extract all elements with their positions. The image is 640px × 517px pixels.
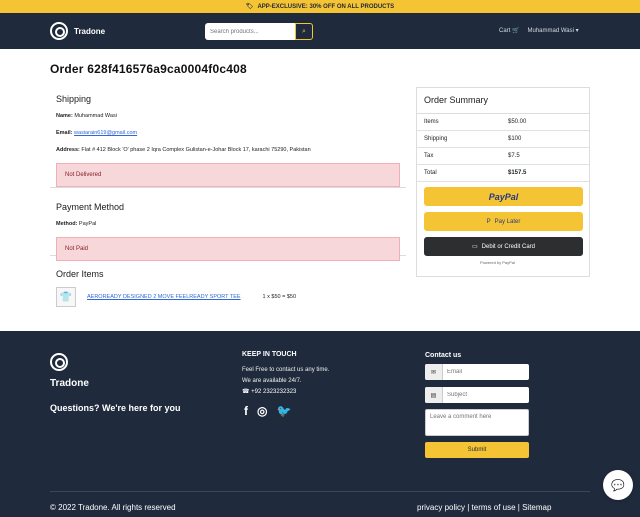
chat-button[interactable]: 💬: [603, 470, 633, 500]
facebook-icon[interactable]: f: [244, 404, 248, 418]
summary-row-total: Total $157.5: [417, 165, 589, 182]
user-name: Muhammad Wasi: [527, 28, 574, 34]
email-input-group: ✉: [425, 364, 529, 380]
promo-bar: 🏷 APP-EXCLUSIVE: 30% OFF ON ALL PRODUCTS: [0, 0, 640, 13]
footer-brand: Tradone: [50, 378, 89, 389]
search-input[interactable]: [205, 23, 295, 40]
keep-text-1: Feel Free to contact us any time.: [242, 367, 330, 373]
phone-icon: ☎: [242, 389, 250, 395]
search-form: ⌕: [205, 23, 313, 40]
email-input[interactable]: [443, 369, 529, 375]
phone-number: +92 2323232323: [251, 389, 297, 395]
credit-card-icon: ▭: [471, 244, 478, 250]
shipping-email: Email: wasiarain619@gmail.com: [56, 129, 400, 137]
shipping-value: $100: [508, 136, 522, 142]
promo-text: APP-EXCLUSIVE: 30% OFF ON ALL PRODUCTS: [257, 3, 395, 10]
summary-heading: Order Summary: [417, 88, 589, 114]
order-page: Order 628f416576a9ca0004f0c408 Shipping …: [50, 62, 590, 317]
navbar: Tradone ⌕ Cart 🛒 Muhammad Wasi ▾: [0, 13, 640, 49]
name-value: Muhammad Wasi: [74, 113, 117, 119]
footer-divider: [50, 491, 590, 492]
cart-link[interactable]: Cart 🛒: [499, 27, 520, 34]
card-button[interactable]: ▭ Debit or Credit Card: [424, 237, 583, 256]
comment-textarea[interactable]: [425, 409, 529, 436]
order-items-heading: Order Items: [56, 269, 104, 279]
footer-links[interactable]: privacy policy | terms of use | Sitemap: [417, 503, 551, 512]
keep-in-touch-title: KEEP IN TOUCH: [242, 351, 297, 358]
summary-row-shipping: Shipping $100: [417, 131, 589, 148]
total-value: $157.5: [508, 170, 527, 176]
footer-tagline: Questions? We're here for you: [50, 403, 181, 413]
order-summary-card: Order Summary Items $50.00 Shipping $100 T…: [416, 87, 590, 277]
payment-method: Method: PayPal: [56, 220, 400, 228]
search-icon: ⌕: [302, 27, 306, 35]
method-label: Method:: [56, 221, 78, 227]
page-title: Order 628f416576a9ca0004f0c408: [50, 62, 247, 76]
pay-later-button[interactable]: P Pay Later: [424, 212, 583, 231]
shipping-label: Shipping: [424, 136, 448, 142]
nav-right: Cart 🛒 Muhammad Wasi ▾: [499, 27, 579, 34]
total-label: Total: [424, 170, 437, 176]
subject-input-group: ▤: [425, 387, 529, 403]
contact-title: Contact us: [425, 352, 462, 359]
method-value: PayPal: [78, 221, 97, 227]
items-value: $50.00: [508, 119, 527, 125]
pay-later-label: Pay Later: [494, 218, 521, 225]
email-link[interactable]: wasiarain619@gmail.com: [74, 130, 137, 136]
card-label: Debit or Credit Card: [481, 243, 536, 250]
name-label: Name:: [56, 113, 73, 119]
brand-name: Tradone: [74, 26, 106, 36]
subject-input[interactable]: [443, 392, 529, 398]
footer-logo-icon: [50, 353, 68, 371]
submit-button[interactable]: Submit: [425, 442, 529, 458]
tag-icon: 🏷: [245, 4, 254, 10]
summary-row-tax: Tax $7.5: [417, 148, 589, 165]
cart-label: Cart: [499, 28, 511, 34]
logo-icon: [50, 22, 68, 40]
email-icon: ✉: [425, 364, 443, 380]
tax-label: Tax: [424, 153, 434, 159]
search-button[interactable]: ⌕: [295, 23, 313, 40]
shipping-name: Name: Muhammad Wasi: [56, 112, 400, 120]
logo[interactable]: Tradone: [50, 22, 105, 40]
paypal-button[interactable]: PayPal: [424, 187, 583, 206]
shipping-heading: Shipping: [56, 94, 92, 104]
footer: Tradone Questions? We're here for you KE…: [0, 331, 640, 517]
copyright: © 2022 Tradone. All rights reserved: [50, 503, 176, 512]
tax-value: $7.5: [508, 153, 520, 159]
items-label: Items: [424, 119, 439, 125]
subject-icon: ▤: [425, 387, 443, 403]
order-item: 👕 AEROREADY DESIGNED 2 MOVE FEELREADY SP…: [56, 287, 400, 307]
payment-section: Payment Method Method: PayPal Not Paid: [50, 188, 406, 261]
shipping-section: Shipping Name: Muhammad Wasi Email: wasi…: [50, 90, 406, 188]
item-total: 1 x $50 = $50: [262, 294, 297, 300]
twitter-icon[interactable]: 🐦: [276, 404, 291, 418]
instagram-icon[interactable]: ◎: [257, 404, 267, 418]
paypal-label: PayPal: [488, 191, 519, 202]
shipping-address: Address: Flat # 412 Block 'O' phase 2 Iq…: [56, 146, 400, 154]
order-items-section: Order Items 👕 AEROREADY DESIGNED 2 MOVE …: [50, 256, 406, 316]
product-thumbnail: 👕: [56, 287, 76, 307]
summary-row-items: Items $50.00: [417, 114, 589, 131]
address-value: Flat # 412 Block 'O' phase 2 Iqra Comple…: [81, 147, 311, 153]
paypal-icon: P: [486, 218, 491, 225]
powered-by-paypal: Powered by PayPal: [480, 260, 515, 265]
cart-icon: 🛒: [512, 28, 520, 34]
user-menu[interactable]: Muhammad Wasi ▾: [528, 27, 579, 34]
keep-text-2: We are available 24/7.: [242, 378, 302, 384]
payment-heading: Payment Method: [56, 202, 125, 212]
product-link[interactable]: AEROREADY DESIGNED 2 MOVE FEELREADY SPOR…: [87, 294, 241, 300]
address-label: Address:: [56, 147, 80, 153]
email-label: Email:: [56, 130, 73, 136]
chat-icon: 💬: [611, 479, 625, 492]
keep-in-touch-text: Feel Free to contact us any time. We are …: [242, 365, 329, 387]
phone: ☎ +92 2323232323: [242, 388, 296, 395]
order-details: Shipping Name: Muhammad Wasi Email: wasi…: [50, 90, 406, 316]
social-links: f ◎ 🐦: [244, 404, 291, 418]
chevron-down-icon: ▾: [575, 28, 579, 34]
delivery-status: Not Delivered: [56, 163, 400, 187]
